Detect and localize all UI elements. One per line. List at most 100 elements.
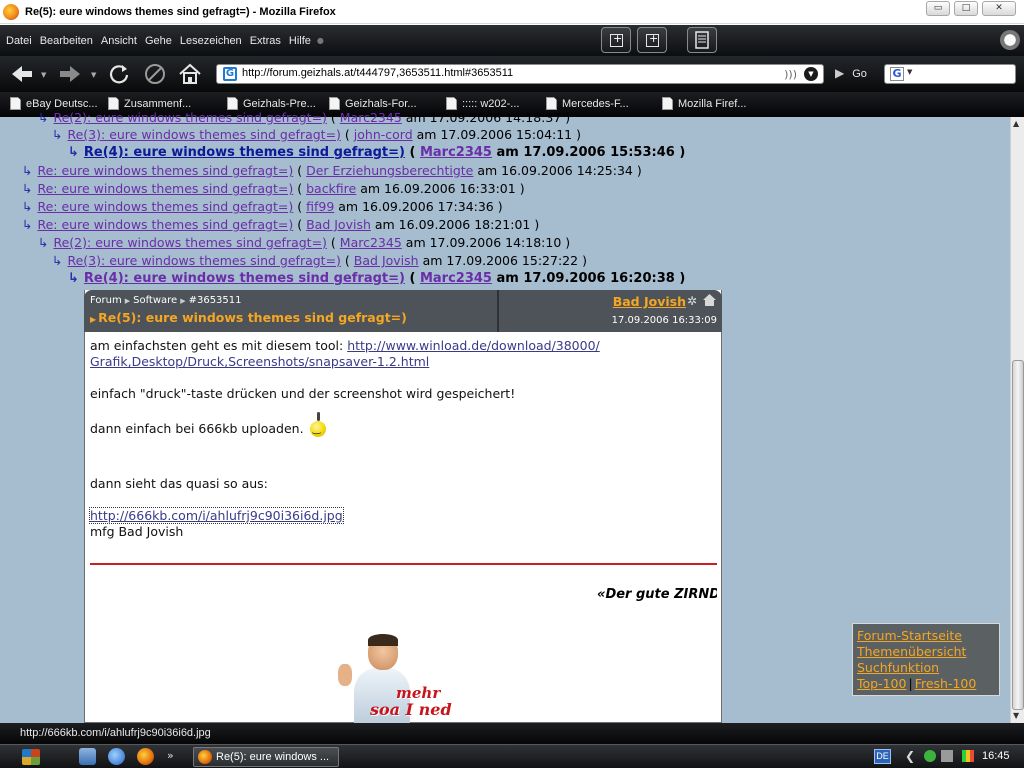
thread-author-link[interactable]: john-cord <box>354 127 413 142</box>
thread-author-link[interactable]: Marc2345 <box>340 235 402 250</box>
user-status-icon[interactable]: ✲ <box>687 295 699 307</box>
back-dropdown-icon[interactable]: ▼ <box>41 71 46 79</box>
thread-date: am 17.09.2006 15:04:11 <box>416 127 573 142</box>
thread-author-link[interactable]: Der Erziehungsberechtigte <box>306 163 473 178</box>
tray-expand-icon[interactable]: ❮ <box>905 749 915 763</box>
new-window-button[interactable] <box>637 27 667 53</box>
thread-title-link[interactable]: Re(2): eure windows themes sind gefragt=… <box>53 110 326 125</box>
post-line: dann einfach bei 666kb uploaden. <box>90 412 326 438</box>
back-button[interactable] <box>8 61 36 87</box>
menu-lesezeichen[interactable]: Lesezeichen <box>180 35 242 47</box>
breadcrumb-forum[interactable]: Forum <box>90 295 122 306</box>
reload-button[interactable] <box>106 61 132 87</box>
reply-arrow-icon: ↳ <box>22 163 33 178</box>
go-button[interactable]: ▶ Go <box>835 66 867 80</box>
start-button-icon[interactable] <box>22 749 40 765</box>
search-engine-dropdown-icon[interactable]: ▼ <box>907 68 912 76</box>
search-function-link[interactable]: Suchfunktion <box>857 660 939 675</box>
thread-paren: ) <box>519 181 525 196</box>
show-desktop-icon[interactable] <box>79 748 96 765</box>
breadcrumb-section[interactable]: Software <box>133 295 177 306</box>
forum-home-link[interactable]: Forum-Startseite <box>857 628 962 643</box>
reply-arrow-icon: ↳ <box>38 235 49 250</box>
forward-dropdown-icon[interactable]: ▼ <box>91 71 96 79</box>
thread-row: ↳ Re: eure windows themes sind gefragt=) … <box>22 162 642 180</box>
menu-hilfe[interactable]: Hilfe <box>289 35 311 47</box>
quicklaunch-expand-icon[interactable]: » <box>167 749 174 762</box>
google-search-icon[interactable]: G <box>890 67 904 81</box>
search-input[interactable]: G ▼ <box>884 64 1016 84</box>
winload-link-continued[interactable]: Grafik,Desktop/Druck,Screenshots/snapsav… <box>90 354 429 369</box>
menu-datei[interactable]: Datei <box>6 35 32 47</box>
taskbar-clock[interactable]: 16:45 <box>982 750 1010 762</box>
thread-author-link[interactable]: fif99 <box>306 199 334 214</box>
menu-ansicht[interactable]: Ansicht <box>101 35 137 47</box>
taskbar-firefox-task[interactable]: Re(5): eure windows ... <box>193 747 339 767</box>
thread-title-link[interactable]: Re(3): eure windows themes sind gefragt=… <box>67 253 340 268</box>
tray-device-icon[interactable] <box>941 750 953 762</box>
topics-overview-link[interactable]: Themenübersicht <box>857 644 966 659</box>
post-line: Grafik,Desktop/Druck,Screenshots/snapsav… <box>90 354 429 370</box>
thread-title-link[interactable]: Re(4): eure windows themes sind gefragt=… <box>84 145 405 160</box>
tray-network-icon[interactable] <box>924 750 936 762</box>
user-homepage-icon[interactable] <box>702 293 717 307</box>
thread-date: am 17.09.2006 15:53:46 <box>496 145 675 160</box>
url-dropdown-icon[interactable]: ▼ <box>804 67 818 81</box>
screenshot-link[interactable]: http://666kb.com/i/ahlufrj9c90i36i6d.jpg <box>89 507 344 524</box>
status-text: http://666kb.com/i/ahlufrj9c90i36i6d.jpg <box>20 727 211 739</box>
signature-divider <box>90 563 717 565</box>
new-tab-button[interactable] <box>601 27 631 53</box>
breadcrumb-post-id[interactable]: #3653511 <box>189 295 242 306</box>
thread-title-link[interactable]: Re(4): eure windows themes sind gefragt=… <box>84 271 405 286</box>
close-button[interactable]: ✕ <box>982 1 1016 16</box>
thread-title-link[interactable]: Re(3): eure windows themes sind gefragt=… <box>67 127 340 142</box>
thread-author-link[interactable]: Bad Jovish <box>306 217 371 232</box>
fresh-100-link[interactable]: Fresh-100 <box>915 676 977 691</box>
thread-author-link[interactable]: Bad Jovish <box>354 253 419 268</box>
post-title-text: Re(5): eure windows themes sind gefragt=… <box>98 310 407 325</box>
winload-link[interactable]: http://www.winload.de/download/38000/ <box>347 338 600 353</box>
thread-title-link[interactable]: Re: eure windows themes sind gefragt=) <box>37 163 293 178</box>
scroll-thumb[interactable] <box>1012 360 1024 710</box>
print-button[interactable] <box>687 27 717 53</box>
thread-row: ↳ Re(4): eure windows themes sind gefragt… <box>68 144 685 162</box>
thread-paren: ) <box>497 199 503 214</box>
scroll-up-icon[interactable]: ▲ <box>1013 119 1019 128</box>
menu-extras[interactable]: Extras <box>250 35 281 47</box>
forward-button[interactable] <box>56 61 84 87</box>
reply-arrow-icon: ↳ <box>22 199 33 214</box>
minimize-button[interactable]: ▭ <box>926 1 950 16</box>
thread-title-link[interactable]: Re: eure windows themes sind gefragt=) <box>37 181 293 196</box>
thread-author-link[interactable]: Marc2345 <box>420 145 492 160</box>
language-indicator[interactable]: DE <box>874 749 891 764</box>
thread-title-link[interactable]: Re: eure windows themes sind gefragt=) <box>37 217 293 232</box>
menu-gehe[interactable]: Gehe <box>145 35 172 47</box>
tray-meter-icon[interactable] <box>962 750 974 762</box>
site-favicon-icon: G <box>223 67 237 81</box>
thread-title-link[interactable]: Re: eure windows themes sind gefragt=) <box>37 199 293 214</box>
header-divider <box>497 290 499 332</box>
stop-button[interactable] <box>142 61 168 87</box>
firefox-quicklaunch-icon[interactable] <box>137 748 154 765</box>
rss-feed-icon[interactable]: ))) <box>784 68 797 81</box>
bookmark-item[interactable]: Mozilla Firef... <box>662 97 746 110</box>
menu-bearbeiten[interactable]: Bearbeiten <box>40 35 93 47</box>
post-line: einfach "druck"-taste drücken und der sc… <box>90 386 516 401</box>
thread-title-link[interactable]: Re(2): eure windows themes sind gefragt=… <box>53 235 326 250</box>
url-text[interactable]: http://forum.geizhals.at/t444797,3653511… <box>242 67 513 79</box>
top-100-link[interactable]: Top-100 <box>857 676 906 691</box>
scroll-down-icon[interactable]: ▼ <box>1013 711 1019 720</box>
internet-explorer-icon[interactable] <box>108 748 125 765</box>
thread-author-link[interactable]: Marc2345 <box>420 271 492 286</box>
thread-author-link[interactable]: backfire <box>306 181 356 196</box>
maximize-button[interactable]: □ <box>954 1 978 16</box>
home-button[interactable] <box>177 61 203 87</box>
vertical-scrollbar[interactable]: ▲ ▼ <box>1010 117 1024 723</box>
thread-row: ↳ Re(3): eure windows themes sind gefragt… <box>52 126 581 144</box>
post-title-arrow-icon: ▶ <box>90 315 97 324</box>
post-date: 17.09.2006 16:33:09 <box>611 315 717 326</box>
thread-author-link[interactable]: Marc2345 <box>340 110 402 125</box>
url-bar[interactable]: G http://forum.geizhals.at/t444797,36535… <box>216 64 824 84</box>
post-author-link[interactable]: Bad Jovish <box>613 294 686 309</box>
window-titlebar: Re(5): eure windows themes sind gefragt=… <box>0 0 1024 24</box>
